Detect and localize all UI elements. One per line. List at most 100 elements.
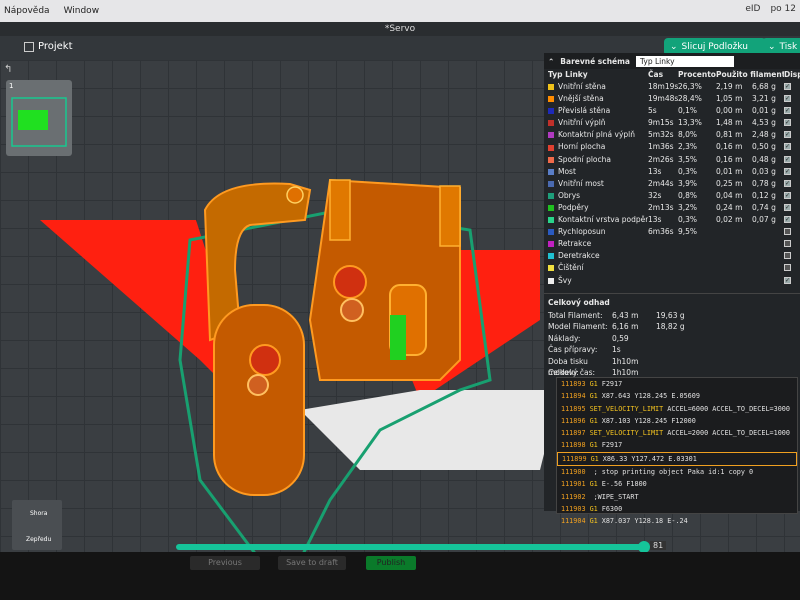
menubar: Nápověda Window eID po 12 (0, 0, 800, 22)
legend-time: 5m32s (648, 130, 674, 140)
legend-percent (678, 250, 716, 262)
view-cube[interactable]: Shora Zepředu (12, 500, 62, 550)
display-checkbox[interactable]: ✓ (784, 107, 791, 115)
menu-help[interactable]: Nápověda (4, 6, 50, 16)
color-swatch (548, 84, 554, 91)
color-swatch (548, 132, 554, 139)
layer-slider-value: 81 (650, 541, 667, 550)
menu-window[interactable]: Window (64, 6, 100, 16)
legend-name: Rychloposun (548, 226, 648, 238)
part-hole (249, 344, 281, 376)
summary-key: Model Filament: (548, 322, 608, 332)
display-checkbox[interactable]: ✓ (784, 119, 791, 127)
back-arrow-icon[interactable]: ↰ (4, 64, 12, 75)
legend-label: Kontaktní vrstva podpěr (558, 215, 648, 225)
legend-weight: 3,21 g (752, 94, 776, 104)
gcode-args: F6300 (601, 504, 623, 513)
project-icon (24, 41, 34, 52)
legend-column-headers: Typ Linky Čas Procento Použito filamentu… (544, 69, 800, 81)
save-draft-button[interactable]: Save to draft (278, 556, 346, 570)
display-checkbox[interactable]: ✓ (784, 203, 791, 211)
gcode-line-number: 111903 (561, 504, 586, 513)
gcode-line[interactable]: 111899 G1 X86.33 Y127.472 E.03301 (557, 451, 797, 467)
legend-length: 0,00 m (716, 106, 743, 116)
gcode-line[interactable]: 111895 SET_VELOCITY_LIMIT ACCEL=6000 ACCEL… (557, 403, 797, 415)
legend-label: Švy (558, 275, 572, 285)
legend-row: Obrys 32s 0,8% 0,04 m 0,12 g ✓ (544, 190, 800, 202)
legend-name: Deretrakce (548, 250, 648, 262)
part-post-right (439, 185, 461, 247)
color-swatch (548, 144, 554, 151)
legend-percent: 0,3% (678, 215, 698, 225)
summary-value-2 (656, 333, 696, 345)
summary-value-2 (656, 344, 696, 356)
previous-button[interactable]: Previous (190, 556, 260, 570)
legend-time: 6m36s (648, 227, 674, 237)
legend-percent: 9,5% (678, 227, 698, 237)
legend-name: Obrys (548, 190, 648, 202)
display-checkbox[interactable] (784, 252, 791, 260)
plate-thumbnail[interactable]: 1 (6, 80, 72, 156)
gcode-line[interactable]: 111898 G1 F2917 (557, 439, 797, 451)
legend-label: Obrys (558, 190, 581, 200)
gcode-line[interactable]: 111903 G1 F6300 (557, 503, 797, 515)
gcode-command: G1 (589, 380, 598, 388)
display-checkbox[interactable] (784, 264, 791, 272)
gcode-args: X87.643 Y128.245 E.05609 (601, 392, 700, 401)
display-checkbox[interactable] (784, 240, 791, 248)
gcode-line[interactable]: 111901 G1 E-.56 F1800 (557, 478, 797, 490)
gcode-line[interactable]: 111893 G1 F2917 (557, 378, 797, 390)
display-checkbox[interactable]: ✓ (784, 155, 791, 163)
part-hole (247, 374, 269, 396)
display-checkbox[interactable]: ✓ (784, 216, 791, 224)
summary-key: Doba tisku modelu: (548, 356, 588, 378)
gcode-args: X87.037 Y128.18 E-.24 (601, 517, 688, 526)
legend-name: Vnitřní výplň (548, 117, 648, 129)
display-checkbox[interactable]: ✓ (784, 131, 791, 139)
part-hole (340, 298, 364, 322)
display-checkbox[interactable]: ✓ (784, 191, 791, 199)
display-checkbox[interactable]: ✓ (784, 179, 791, 187)
legend-name: Převislá stěna (548, 105, 648, 117)
legend-weight (752, 275, 784, 287)
legend-label: Retrakce (558, 239, 592, 249)
layer-slider[interactable] (176, 541, 650, 553)
color-swatch (548, 253, 554, 260)
project-tab[interactable]: Projekt (24, 41, 73, 52)
legend-label: Vnitřní most (558, 178, 604, 188)
display-checkbox[interactable]: ✓ (784, 167, 791, 175)
gcode-line[interactable]: 111896 G1 X87.103 Y128.245 F12000 (557, 415, 797, 427)
gcode-line-number: 111898 (561, 441, 586, 450)
summary-value: 1s (612, 345, 621, 355)
display-checkbox[interactable]: ✓ (784, 83, 791, 90)
legend-label: Vnitřní stěna (558, 82, 606, 91)
legend-weight: 0,50 g (752, 142, 776, 152)
eid-status[interactable]: eID (745, 4, 760, 14)
gcode-line[interactable]: 111894 G1 X87.643 Y128.245 E.05609 (557, 390, 797, 402)
gcode-line[interactable]: 111904 G1 X87.037 Y128.18 E-.24 (557, 515, 797, 527)
legend-name: Vnitřní most (548, 178, 648, 190)
display-checkbox[interactable]: ✓ (784, 276, 791, 284)
gcode-command: G1 (589, 480, 598, 489)
line-type-select[interactable]: Typ Linky (636, 55, 734, 67)
legend-length: 0,02 m (716, 215, 743, 225)
legend-percent: 0,8% (678, 190, 698, 200)
legend-weight: 2,48 g (752, 130, 776, 140)
gcode-viewer[interactable]: 111893 G1 F2917 111894 G1 X87.643 Y128.245 E.… (556, 377, 798, 525)
legend-row: Horní plocha 1m36s 2,3% 0,16 m 0,50 g ✓ (544, 141, 800, 153)
support-green (390, 315, 406, 360)
gcode-line[interactable]: 111900 ; stop printing object Paka id:1 c… (557, 466, 797, 478)
gcode-line-number: 111896 (561, 416, 586, 425)
legend-label: Vnější stěna (558, 94, 604, 104)
legend-length: 0,81 m (716, 130, 743, 140)
gcode-line[interactable]: 111897 SET_VELOCITY_LIMIT ACCEL=2000 ACCEL… (557, 427, 797, 439)
legend-label: Převislá stěna (558, 106, 611, 116)
display-checkbox[interactable]: ✓ (784, 143, 791, 151)
color-swatch (548, 180, 554, 187)
collapse-icon[interactable]: ⌃ (548, 57, 554, 66)
publish-button[interactable]: Publish (366, 556, 416, 570)
gcode-line-number: 111897 (561, 429, 586, 438)
display-checkbox[interactable]: ✓ (784, 95, 791, 103)
display-checkbox[interactable] (784, 228, 791, 236)
gcode-line[interactable]: 111902 ;WIPE_START (557, 491, 797, 503)
